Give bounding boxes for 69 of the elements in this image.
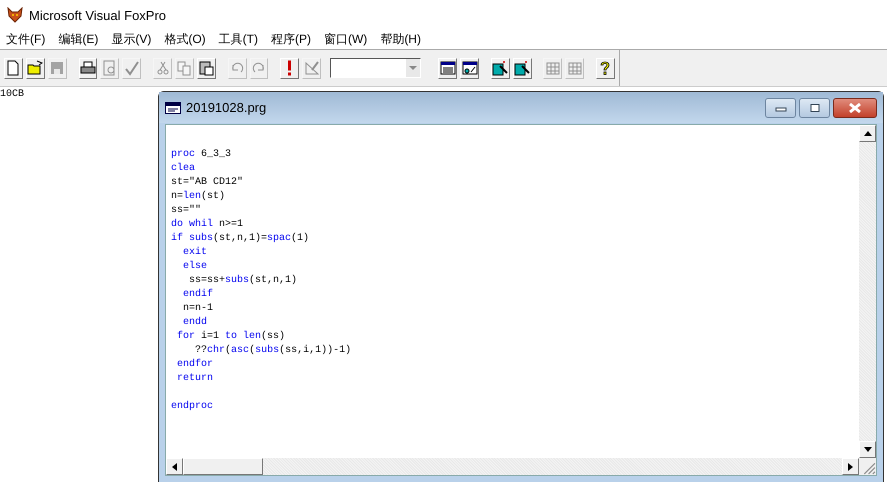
code-line: clea <box>171 162 196 176</box>
code-line: st="AB CD12" <box>171 176 244 190</box>
code-line: endif <box>182 288 214 302</box>
folder-icon <box>27 60 44 76</box>
open-toolbar-button[interactable] <box>26 58 45 78</box>
maximize-button[interactable] <box>799 98 830 118</box>
maximize-icon <box>808 104 820 112</box>
code-line: endd <box>182 316 208 330</box>
code-line: for i=1 to len(ss) <box>176 330 286 344</box>
copy-icon <box>176 60 192 76</box>
report-window-icon <box>462 60 478 76</box>
paste-toolbar-button[interactable] <box>196 58 216 78</box>
left-arrow-icon[interactable] <box>172 462 177 470</box>
menu-item[interactable]: 窗口(W) <box>324 31 368 48</box>
wand-icon <box>492 60 508 76</box>
print-toolbar-button[interactable] <box>78 58 98 78</box>
wand-icon <box>514 60 530 76</box>
down-arrow-icon[interactable] <box>864 447 872 452</box>
code-line: do whil n>=1 <box>171 218 244 232</box>
horizontal-scrollbar[interactable] <box>166 458 859 475</box>
code-line: exit <box>182 246 208 260</box>
form-toolbar-button[interactable] <box>438 58 458 78</box>
app-title: Microsoft Visual FoxPro <box>29 8 166 22</box>
grid-icon <box>544 60 561 76</box>
wizard-toolbar-button[interactable] <box>490 58 510 78</box>
menu-item[interactable]: 显示(V) <box>111 31 152 48</box>
scissors-icon <box>154 60 170 76</box>
code-line: n=n-1 <box>182 302 214 316</box>
up-arrow-icon[interactable] <box>864 131 872 136</box>
desktop-text: 10CB <box>0 89 24 100</box>
printer-icon <box>80 60 96 76</box>
code-line: else <box>182 260 208 274</box>
toolbar-dropdown[interactable] <box>330 58 421 78</box>
code-line: ??chr(asc(subs(ss,i,1))-1) <box>194 344 352 358</box>
code-line: ss="" <box>171 204 202 218</box>
grid-icon <box>566 60 583 76</box>
page-icon <box>5 60 22 76</box>
code-line: if subs(st,n,1)=spac(1) <box>171 232 310 246</box>
resize-grip-icon[interactable] <box>859 458 876 475</box>
checkmark-icon <box>124 60 140 76</box>
window-title: 20191028.prg <box>186 100 268 115</box>
run-toolbar-button[interactable] <box>280 58 300 78</box>
program-file-icon <box>165 102 181 114</box>
form-window-icon <box>440 60 456 76</box>
code-line: proc 6_3_3 <box>171 148 232 162</box>
code-line: n=len(st) <box>171 190 226 204</box>
code-line: ss=ss+subs(st,n,1) <box>188 274 298 288</box>
close-icon <box>849 102 861 112</box>
help-toolbar-button[interactable] <box>596 58 615 78</box>
fox-logo-icon <box>7 7 23 23</box>
code-line: return <box>176 372 214 386</box>
vertical-scrollbar[interactable] <box>859 125 876 458</box>
dropdown-caret-icon <box>408 66 417 70</box>
right-arrow-icon[interactable] <box>848 462 853 470</box>
minimize-button[interactable] <box>765 98 796 118</box>
clipboard-icon <box>198 60 214 76</box>
wizard-toolbar-button[interactable] <box>512 58 532 78</box>
code-line: endproc <box>171 400 214 414</box>
menu-item[interactable]: 程序(P) <box>270 31 311 48</box>
menu-item[interactable]: 帮助(H) <box>380 31 421 48</box>
report-toolbar-button[interactable] <box>460 58 480 78</box>
menu-item[interactable]: 格式(O) <box>164 31 206 48</box>
exclamation-icon <box>288 60 292 76</box>
menu-item[interactable]: 编辑(E) <box>58 31 98 48</box>
menu-item[interactable]: 工具(T) <box>218 31 258 48</box>
code-line: endfor <box>176 358 214 372</box>
menu-item[interactable]: 文件(F) <box>6 31 46 48</box>
new-toolbar-button[interactable] <box>4 58 23 78</box>
close-button[interactable] <box>833 98 877 118</box>
